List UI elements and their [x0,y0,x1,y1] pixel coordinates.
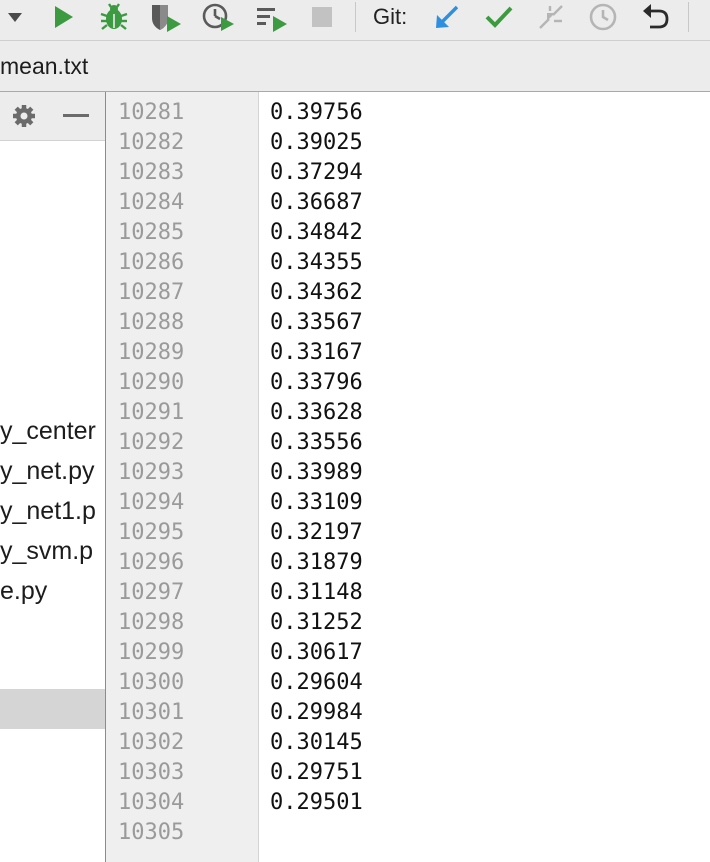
line-number: 10294 [118,490,185,515]
git-compare-icon[interactable] [532,0,570,34]
line-number: 10286 [118,250,185,275]
line-number: 10301 [118,700,185,725]
minimize-icon[interactable] [60,98,92,134]
code-line[interactable]: 0.36687 [270,188,363,218]
code-line[interactable]: 0.31252 [270,608,363,638]
code-line[interactable]: 0.29751 [270,758,363,788]
line-number: 10287 [118,280,185,305]
run-icon[interactable] [46,0,80,34]
project-panel: y_center y_net.py y_net1.p y_svm.p e.py [0,92,105,862]
line-number: 10298 [118,610,185,635]
toolbar-separator [355,2,356,32]
project-file-item[interactable]: y_svm.p [0,537,93,566]
profile-icon[interactable] [200,0,236,34]
code-line[interactable]: 0.32197 [270,518,363,548]
git-commit-icon[interactable] [480,0,518,34]
code-line[interactable]: 0.39756 [270,98,363,128]
line-number: 10281 [118,100,185,125]
dropdown-arrow-icon[interactable] [0,0,30,34]
code-line[interactable]: 0.33796 [270,368,363,398]
git-label: Git: [373,4,408,29]
git-history-icon[interactable] [584,0,622,34]
line-number: 10302 [118,730,185,755]
code-line[interactable]: 0.30145 [270,728,363,758]
code-line[interactable]: 0.33556 [270,428,363,458]
line-number: 10290 [118,370,185,395]
line-number: 10283 [118,160,185,185]
stop-icon[interactable] [306,0,338,34]
line-number: 10300 [118,670,185,695]
code-line[interactable]: 0.34355 [270,248,363,278]
code-line[interactable]: 0.31148 [270,578,363,608]
line-number: 10296 [118,550,185,575]
code-line[interactable]: 0.29604 [270,668,363,698]
editor-tab-bar: mean.txt [0,41,710,92]
line-number: 10299 [118,640,185,665]
line-number: 10295 [118,520,185,545]
line-number: 10289 [118,340,185,365]
code-line[interactable]: 0.33167 [270,338,363,368]
debug-icon[interactable] [96,0,132,34]
project-file-item[interactable]: y_center [0,417,96,446]
project-file-item[interactable]: e.py [0,577,47,606]
code-line[interactable]: 0.33989 [270,458,363,488]
line-number: 10285 [118,220,185,245]
toolbar-separator [688,2,689,32]
code-line[interactable]: 0.39025 [270,128,363,158]
line-number: 10293 [118,460,185,485]
line-number: 10288 [118,310,185,335]
project-file-item[interactable]: y_net1.p [0,497,96,526]
line-number: 10305 [118,820,185,845]
code-line[interactable]: 0.30617 [270,638,363,668]
code-line[interactable]: 0.31879 [270,548,363,578]
project-selected-row[interactable] [0,689,105,729]
git-update-icon[interactable] [428,0,466,34]
project-file-item[interactable]: y_net.py [0,457,95,486]
git-rollback-icon[interactable] [636,0,674,34]
project-panel-header [0,92,105,141]
main-toolbar: Git: [0,0,710,41]
line-number: 10303 [118,760,185,785]
line-number: 10304 [118,790,185,815]
code-line[interactable]: 0.34362 [270,278,363,308]
line-number: 10291 [118,400,185,425]
tab-mean-txt[interactable]: mean.txt [0,53,88,80]
line-number: 10282 [118,130,185,155]
code-line[interactable]: 0.29984 [270,698,363,728]
run-with-coverage-icon[interactable] [148,0,184,34]
code-line[interactable]: 0.33628 [270,398,363,428]
line-number-gutter: 10281 10282 10283 10284 10285 10286 10287 10288… [105,92,259,862]
code-editor[interactable]: 0.39756 0.39025 0.37294 0.36687 0.34842 0.343… [259,92,710,862]
line-number: 10292 [118,430,185,455]
code-line[interactable]: 0.33567 [270,308,363,338]
code-line[interactable]: 0.34842 [270,218,363,248]
concurrency-diagram-icon[interactable] [252,0,290,34]
line-number: 10284 [118,190,185,215]
gear-icon[interactable] [8,98,40,134]
code-line[interactable]: 0.29501 [270,788,363,818]
line-number: 10297 [118,580,185,605]
code-line[interactable]: 0.33109 [270,488,363,518]
code-line[interactable]: 0.37294 [270,158,363,188]
